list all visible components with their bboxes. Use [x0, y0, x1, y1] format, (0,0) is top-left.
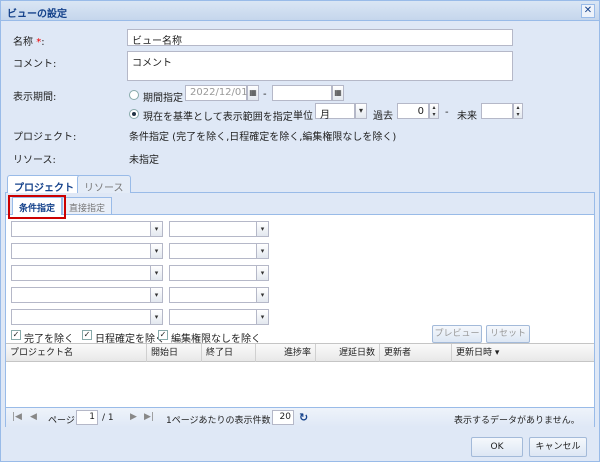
period-dash: - [263, 89, 267, 100]
project-grid: プロジェクト名 開始日 終了日 進捗率 遅延日数 更新者 更新日時 ▾ [6, 343, 594, 407]
period-fixed-radio[interactable] [129, 90, 139, 100]
page-total: / 1 [102, 413, 114, 423]
column-updater[interactable]: 更新者 [380, 344, 452, 362]
highlight-box [8, 195, 66, 219]
condition-field-combo[interactable]: ▾ [11, 221, 163, 237]
condition-value-combo[interactable]: ▾ [169, 287, 269, 303]
empty-message: 表示するデータがありません。 [454, 416, 580, 426]
ok-button[interactable]: OK [471, 437, 523, 457]
column-progress[interactable]: 進捗率 [256, 344, 316, 362]
period-fixed-label: 期間指定 [143, 93, 183, 104]
exclude-schedule-fixed-checkbox[interactable]: ✓ [82, 330, 92, 340]
prev-page-icon[interactable]: ◀ [30, 412, 37, 422]
column-delay-days[interactable]: 遅延日数 [316, 344, 380, 362]
chevron-down-icon: ▾ [256, 266, 268, 280]
grid-header: プロジェクト名 開始日 終了日 進捗率 遅延日数 更新者 更新日時 ▾ [6, 344, 594, 362]
reset-button[interactable]: リセット [486, 325, 530, 343]
grid-pager: |◀ ◀ ページ 1 / 1 ▶ ▶| 1ページあたりの表示件数 20 ↻ 表示… [6, 407, 594, 427]
resource-label: リソース: [13, 155, 56, 166]
condition-field-combo[interactable]: ▾ [11, 309, 163, 325]
chevron-down-icon[interactable]: ▾ [355, 103, 367, 119]
chevron-down-icon: ▾ [256, 244, 268, 258]
condition-value-combo[interactable]: ▾ [169, 243, 269, 259]
close-icon[interactable]: ✕ [581, 4, 595, 18]
main-tabstrip: プロジェクト リソース [5, 173, 595, 194]
past-input[interactable]: 0 [397, 103, 429, 119]
refresh-icon[interactable]: ↻ [299, 411, 308, 424]
tab-project[interactable]: プロジェクト [7, 175, 81, 194]
period-to-input[interactable] [272, 85, 332, 101]
unit-select[interactable]: 月 [315, 103, 355, 121]
exclude-no-edit-checkbox[interactable]: ✓ [158, 330, 168, 340]
chevron-down-icon: ▾ [150, 266, 162, 280]
comment-label: コメント: [13, 59, 57, 70]
column-project-name[interactable]: プロジェクト名 [6, 344, 147, 362]
future-input[interactable] [481, 103, 513, 119]
resource-value: 未指定 [129, 155, 159, 166]
exclude-completed-checkbox[interactable]: ✓ [11, 330, 21, 340]
dialog-titlebar[interactable]: ビューの設定 ✕ [1, 1, 599, 21]
condition-value-combo[interactable]: ▾ [169, 265, 269, 281]
project-label: プロジェクト: [13, 132, 77, 143]
dialog-title: ビューの設定 [7, 9, 67, 20]
tab-direct[interactable]: 直接指定 [62, 197, 113, 214]
chevron-down-icon: ▾ [256, 310, 268, 324]
column-end-date[interactable]: 終了日 [202, 344, 256, 362]
chevron-down-icon: ▾ [150, 244, 162, 258]
project-panel: 条件指定 直接指定 ▾ ▾ ▾ ▾ ▾ ▾ ▾ ▾ ▾ ▾ ✓ 完了を除く ✓ … [5, 193, 595, 427]
period-relative-label: 現在を基準として表示範囲を指定 [143, 112, 293, 123]
spinner-icon[interactable]: ▴ ▾ [429, 103, 439, 119]
period-from-input[interactable]: 2022/12/01 [185, 85, 248, 101]
chevron-down-icon: ▾ [256, 222, 268, 236]
column-start-date[interactable]: 開始日 [147, 344, 202, 362]
chevron-down-icon: ▾ [150, 288, 162, 302]
chevron-down-icon: ▾ [256, 288, 268, 302]
condition-field-combo[interactable]: ▾ [11, 287, 163, 303]
last-page-icon[interactable]: ▶| [144, 412, 154, 422]
page-number-input[interactable]: 1 [76, 410, 98, 425]
chevron-down-icon: ▾ [150, 222, 162, 236]
column-updated-at[interactable]: 更新日時 ▾ [452, 344, 594, 362]
project-value: 条件指定 (完了を除く,日程確定を除く,編集権限なしを除く) [129, 132, 397, 143]
condition-field-combo[interactable]: ▾ [11, 243, 163, 259]
period-label: 表示期間: [13, 92, 57, 103]
tab-resource[interactable]: リソース [77, 175, 131, 194]
per-page-label: 1ページあたりの表示件数 [166, 416, 271, 426]
calendar-icon[interactable]: ▦ [247, 85, 259, 101]
unit-label: 単位 [293, 111, 313, 122]
condition-value-combo[interactable]: ▾ [169, 309, 269, 325]
calendar-icon[interactable]: ▦ [332, 85, 344, 101]
sub-tabstrip: 条件指定 直接指定 [6, 193, 594, 215]
chevron-down-icon: ▾ [150, 310, 162, 324]
page-label: ページ [48, 416, 75, 426]
period-relative-radio[interactable] [129, 109, 139, 119]
preview-button[interactable]: プレビュー [432, 325, 482, 343]
name-label: 名称 *: [13, 37, 45, 48]
view-settings-dialog: ビューの設定 ✕ 名称 *: ビュー名称 コメント: コメント 表示期間: 期間… [0, 0, 600, 462]
past-label: 過去 [373, 111, 393, 122]
condition-field-combo[interactable]: ▾ [11, 265, 163, 281]
name-input[interactable]: ビュー名称 [127, 29, 513, 47]
first-page-icon[interactable]: |◀ [12, 412, 22, 422]
cancel-button[interactable]: キャンセル [529, 437, 587, 457]
next-page-icon[interactable]: ▶ [130, 412, 137, 422]
future-label: 未来 [457, 111, 477, 122]
comment-textarea[interactable]: コメント [127, 51, 513, 81]
period-dash: - [445, 107, 449, 118]
spinner-icon[interactable]: ▴ ▾ [513, 103, 523, 119]
per-page-input[interactable]: 20 [272, 410, 294, 425]
condition-value-combo[interactable]: ▾ [169, 221, 269, 237]
